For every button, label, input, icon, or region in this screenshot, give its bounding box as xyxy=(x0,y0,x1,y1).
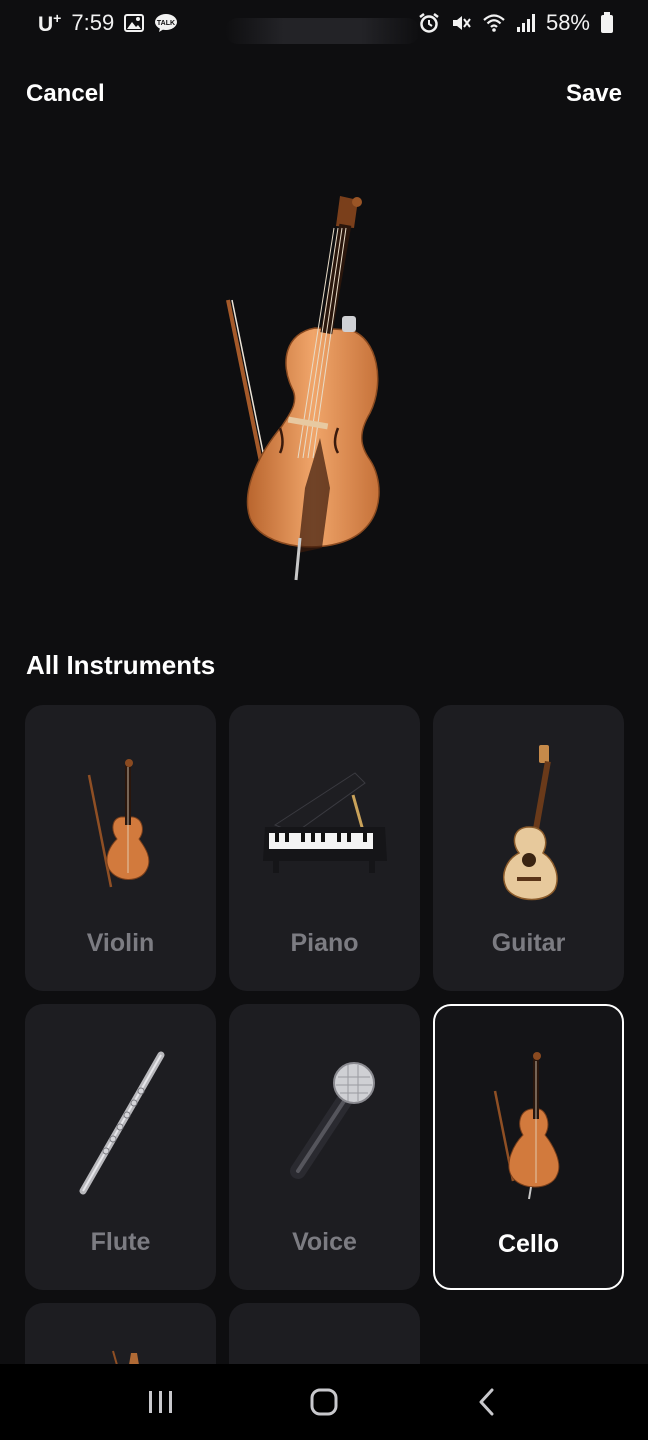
instrument-card-cello[interactable]: Cello xyxy=(433,1004,624,1290)
instrument-card-guitar[interactable]: Guitar xyxy=(433,705,624,991)
back-icon xyxy=(479,1388,494,1416)
voice-thumb xyxy=(229,1044,420,1204)
violin-icon xyxy=(112,1350,139,1365)
cello-icon xyxy=(226,196,380,581)
instrument-label: Guitar xyxy=(491,929,566,957)
cancel-button[interactable]: Cancel xyxy=(26,80,105,108)
instrument-card-flute[interactable]: Flute xyxy=(25,1004,216,1290)
status-right: 58% xyxy=(418,10,614,36)
flute-thumb xyxy=(25,1044,216,1204)
system-nav-bar xyxy=(0,1364,648,1440)
cello-icon xyxy=(493,1052,559,1200)
microphone-icon xyxy=(289,1062,375,1179)
instrument-label: Flute xyxy=(90,1228,151,1256)
instrument-label: Voice xyxy=(292,1228,357,1256)
mute-icon xyxy=(450,12,472,34)
clock: 7:59 xyxy=(71,10,115,35)
status-left: U+ 7:59 TALK xyxy=(38,10,178,37)
instrument-label: Cello xyxy=(497,1230,560,1258)
piano-icon xyxy=(262,772,387,873)
instrument-card-partial[interactable] xyxy=(229,1303,420,1365)
guitar-icon xyxy=(502,745,558,901)
violin-thumb xyxy=(25,745,216,905)
back-button[interactable] xyxy=(457,1372,517,1432)
talk-icon: TALK xyxy=(154,13,178,33)
battery-icon xyxy=(600,12,614,34)
guitar-thumb xyxy=(433,745,624,905)
cello-thumb xyxy=(435,1046,622,1206)
wifi-icon xyxy=(482,13,506,33)
svg-text:TALK: TALK xyxy=(157,20,175,27)
instrument-label: Violin xyxy=(86,929,155,957)
recent-apps-icon xyxy=(149,1391,173,1413)
camera-cutout xyxy=(225,18,420,44)
recent-apps-button[interactable] xyxy=(131,1372,191,1432)
instrument-label: Piano xyxy=(290,929,359,957)
gallery-icon xyxy=(124,14,145,32)
selected-instrument-preview xyxy=(210,188,410,588)
instrument-grid: Violin Piano Guitar Flute Voice Cello xyxy=(25,705,624,1365)
top-bar: Cancel Save xyxy=(0,72,648,116)
instrument-card-partial[interactable] xyxy=(25,1303,216,1365)
save-button[interactable]: Save xyxy=(566,80,622,108)
signal-icon xyxy=(516,13,536,33)
instrument-card-voice[interactable]: Voice xyxy=(229,1004,420,1290)
flute-icon xyxy=(79,1051,164,1195)
home-button[interactable] xyxy=(294,1372,354,1432)
section-title: All Instruments xyxy=(26,650,216,680)
violin-icon xyxy=(87,759,149,888)
battery-percent: 58% xyxy=(545,10,590,35)
alarm-icon xyxy=(418,12,440,34)
piano-thumb xyxy=(229,745,420,905)
carrier-label: U+ xyxy=(38,9,62,36)
instrument-card-violin[interactable]: Violin xyxy=(25,705,216,991)
instrument-card-piano[interactable]: Piano xyxy=(229,705,420,991)
home-icon xyxy=(310,1388,338,1416)
